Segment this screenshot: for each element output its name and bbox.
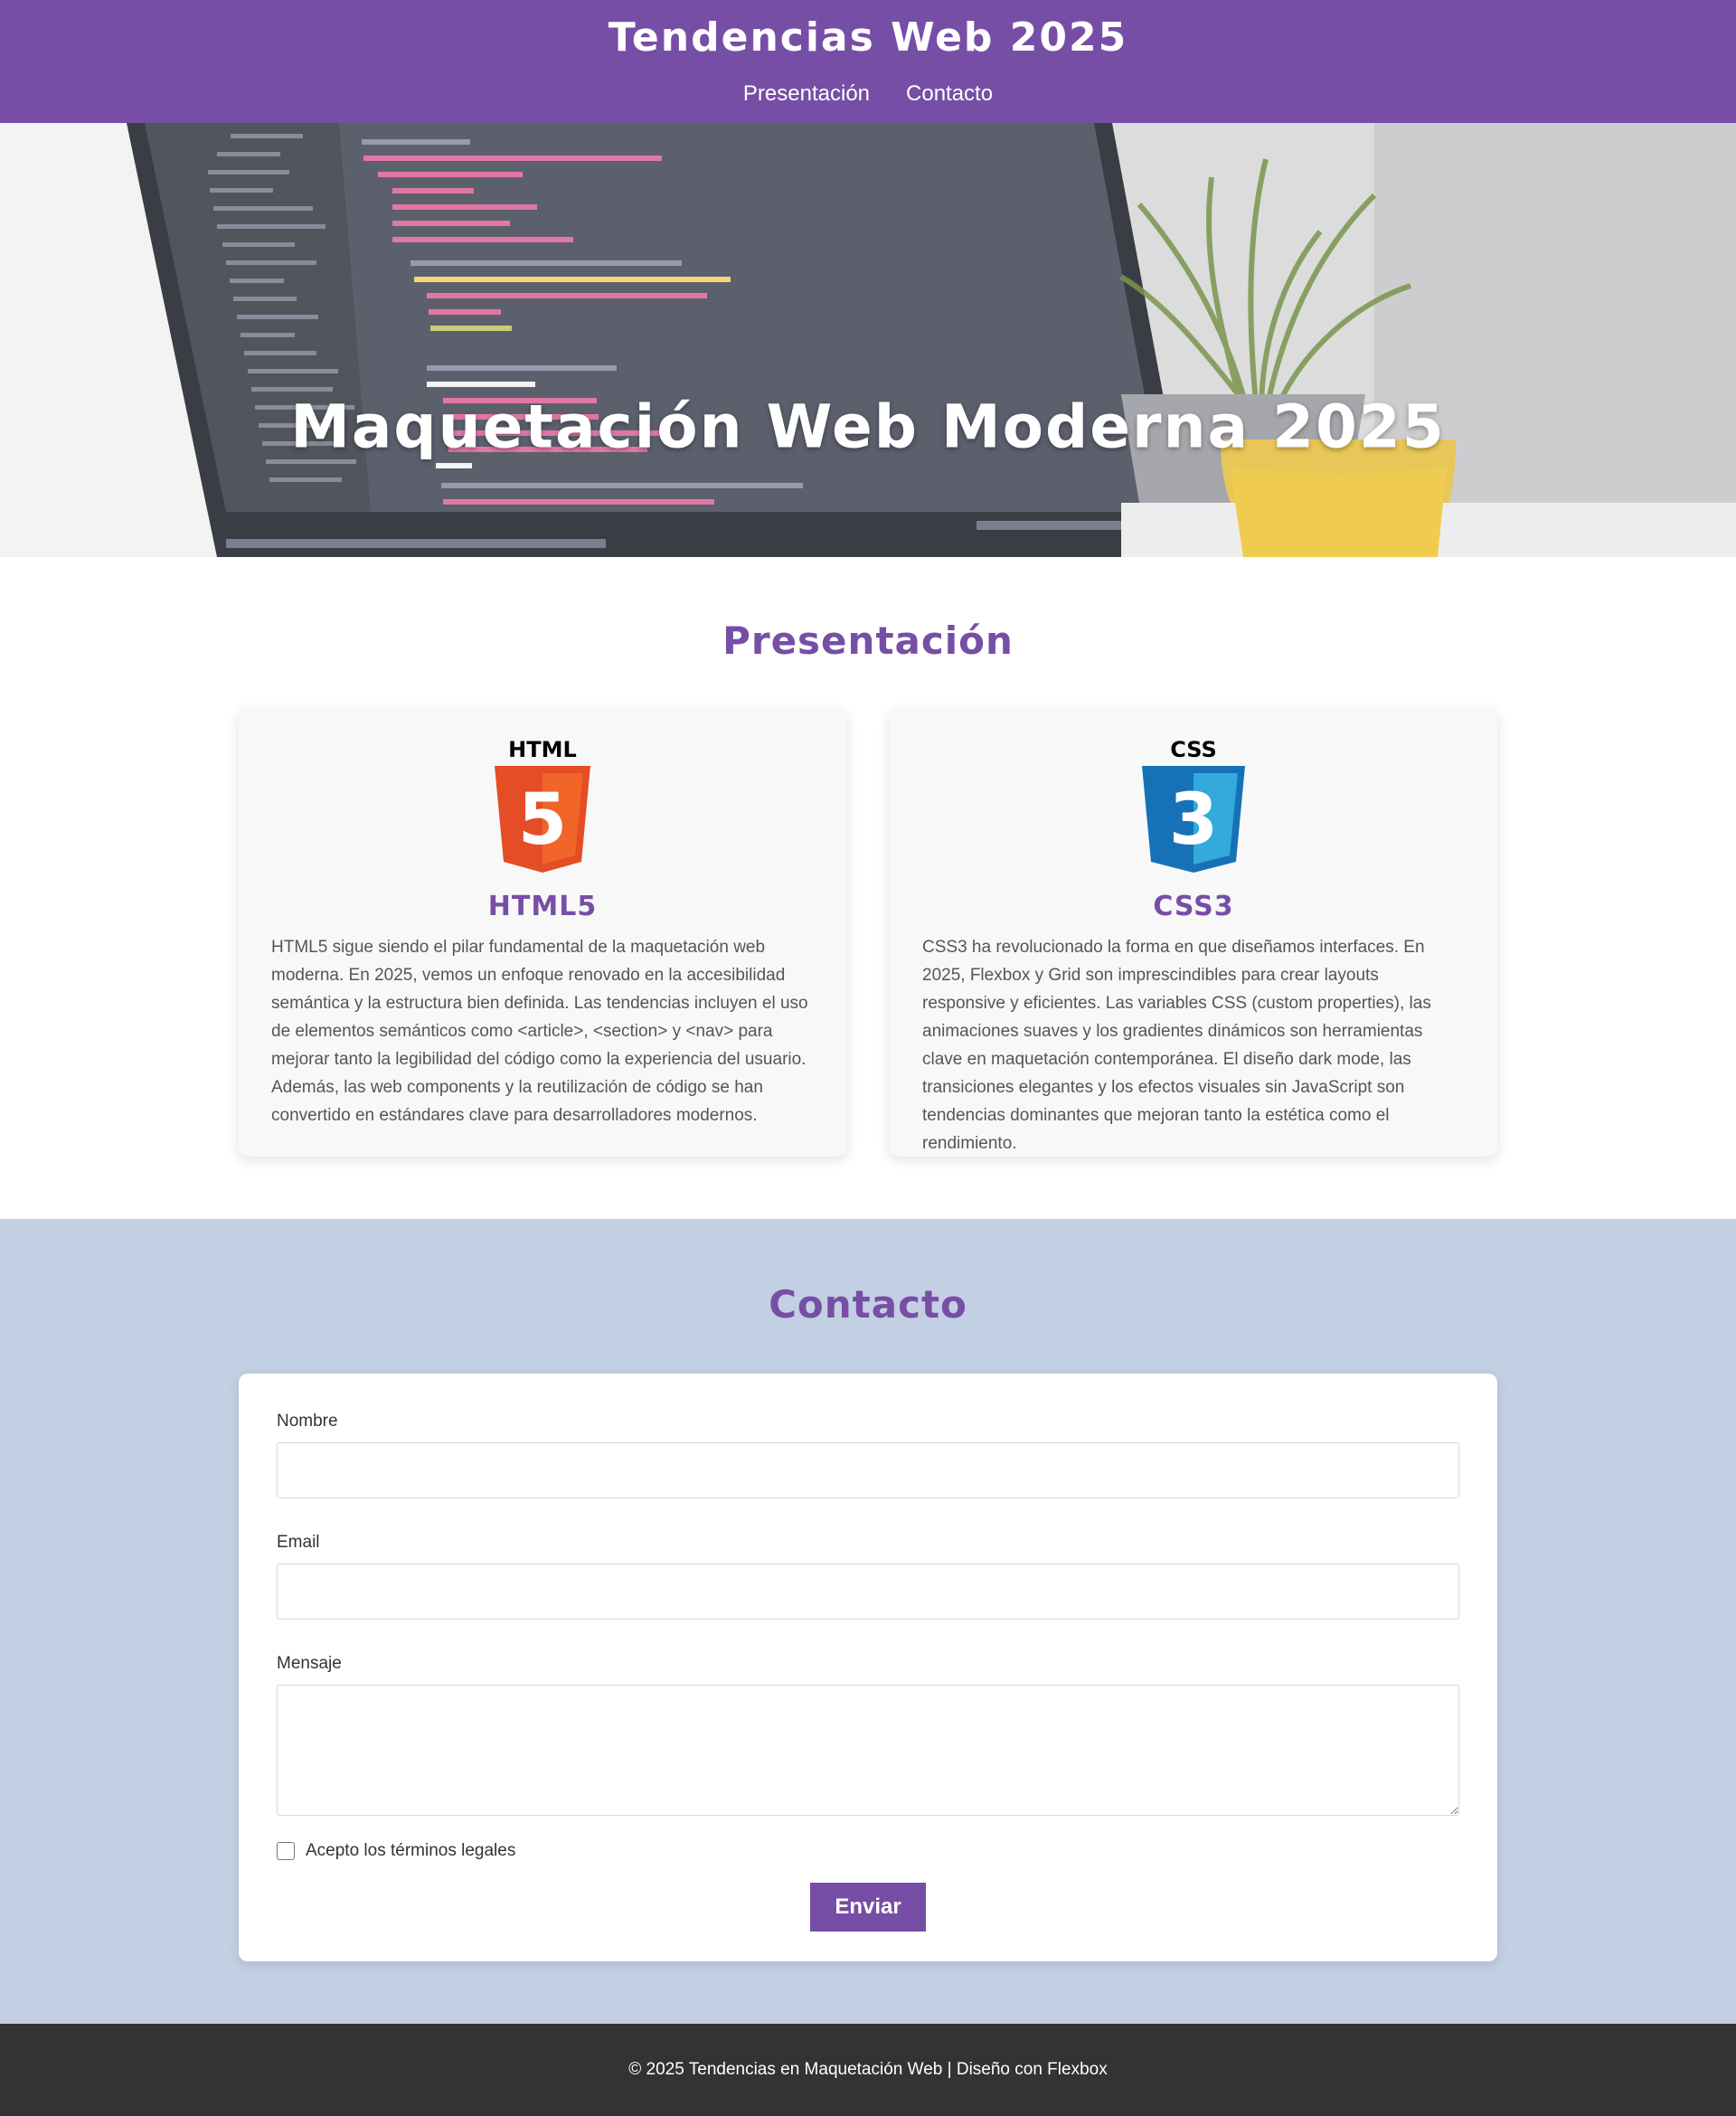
- email-input[interactable]: [277, 1563, 1459, 1620]
- hero-banner: Maquetación Web Moderna 2025: [0, 123, 1736, 557]
- html5-logo-icon: HTML 5: [495, 737, 590, 873]
- presentacion-title: Presentación: [722, 619, 1014, 663]
- hero-title: Maquetación Web Moderna 2025: [290, 392, 1446, 462]
- card-html5-text: HTML5 sigue siendo el pilar fundamental …: [271, 938, 808, 1125]
- terms-label[interactable]: Acepto los términos legales: [306, 1841, 515, 1861]
- nombre-input[interactable]: [277, 1442, 1459, 1498]
- mensaje-textarea[interactable]: [277, 1685, 1459, 1816]
- site-title: Tendencias Web 2025: [608, 14, 1128, 61]
- contacto-title: Contacto: [769, 1282, 967, 1327]
- footer-text: © 2025 Tendencias en Maquetación Web | D…: [628, 2060, 1108, 2079]
- mensaje-label: Mensaje: [277, 1654, 342, 1673]
- svg-text:HTML: HTML: [508, 737, 577, 762]
- css3-logo-icon: CSS 3: [1142, 737, 1245, 873]
- svg-text:3: 3: [1169, 779, 1218, 861]
- site-footer: © 2025 Tendencias en Maquetación Web | D…: [0, 2024, 1736, 2116]
- svg-text:5: 5: [518, 779, 567, 861]
- contact-form: Nombre Email Mensaje Acepto los términos…: [239, 1374, 1497, 1961]
- site-header: Tendencias Web 2025 Presentación Contact…: [0, 0, 1736, 123]
- card-css3-title: CSS3: [1153, 891, 1234, 922]
- submit-button[interactable]: Enviar: [810, 1883, 926, 1932]
- contacto-section: Contacto Nombre Email Mensaje Acepto los…: [0, 1219, 1736, 2024]
- nombre-label: Nombre: [277, 1412, 338, 1431]
- terms-row: Acepto los términos legales: [277, 1841, 1459, 1861]
- presentacion-section: Presentación HTML 5 HTML5 HTML5 sigue si…: [0, 557, 1736, 1219]
- card-css3-text: CSS3 ha revolucionado la forma en que di…: [922, 938, 1431, 1153]
- card-html5-title: HTML5: [487, 891, 598, 922]
- nav-link-contacto[interactable]: Contacto: [906, 81, 993, 107]
- main-nav: Presentación Contacto: [0, 81, 1736, 107]
- svg-text:CSS: CSS: [1170, 737, 1217, 762]
- card-css3: CSS 3 CSS3 CSS3 ha revolucionado la form…: [890, 708, 1497, 1157]
- nav-link-presentacion[interactable]: Presentación: [743, 81, 870, 107]
- cards-container: HTML 5 HTML5 HTML5 sigue siendo el pilar…: [0, 708, 1736, 1157]
- email-label: Email: [277, 1533, 320, 1552]
- card-html5: HTML 5 HTML5 HTML5 sigue siendo el pilar…: [239, 708, 846, 1157]
- terms-checkbox[interactable]: [277, 1842, 295, 1860]
